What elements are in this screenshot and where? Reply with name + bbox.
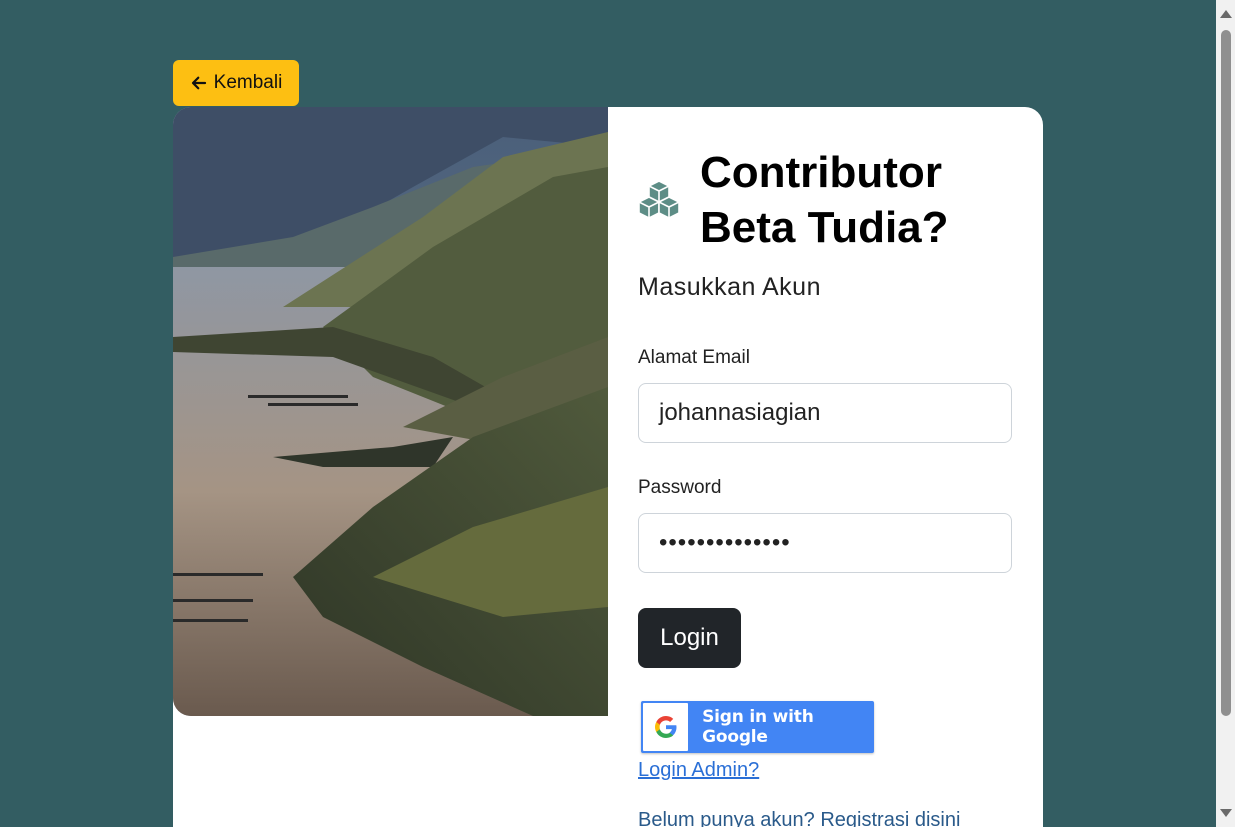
password-label: Password xyxy=(638,477,722,498)
login-button[interactable]: Login xyxy=(638,608,741,668)
google-signin-button[interactable]: Sign in with Google xyxy=(641,701,874,753)
back-button[interactable]: Kembali xyxy=(173,60,299,106)
page-title: Contributor Beta Tudia? xyxy=(700,148,949,252)
scroll-down-arrow-icon[interactable] xyxy=(1220,809,1232,817)
arrow-left-icon xyxy=(191,76,206,90)
subtitle: Masukkan Akun xyxy=(638,273,821,301)
scrollbar[interactable] xyxy=(1216,0,1235,827)
scrollbar-thumb[interactable] xyxy=(1221,30,1231,716)
landscape-photo xyxy=(173,107,608,716)
google-icon xyxy=(654,716,677,738)
google-button-label: Sign in with Google xyxy=(702,707,814,747)
email-label: Alamat Email xyxy=(638,347,750,368)
back-button-label: Kembali xyxy=(213,72,283,93)
register-link[interactable]: Belum punya akun? Registrasi disini xyxy=(638,809,960,827)
scroll-up-arrow-icon[interactable] xyxy=(1220,10,1232,18)
login-card: Contributor Beta Tudia? Masukkan Akun Al… xyxy=(173,107,1043,827)
password-field[interactable]: •••••••••••••• xyxy=(638,513,1012,573)
email-field[interactable]: johannasiagian xyxy=(638,383,1012,443)
cubes-icon xyxy=(638,180,680,219)
admin-login-link[interactable]: Login Admin? xyxy=(638,759,759,782)
page-heading: Contributor Beta Tudia? xyxy=(638,145,1000,255)
